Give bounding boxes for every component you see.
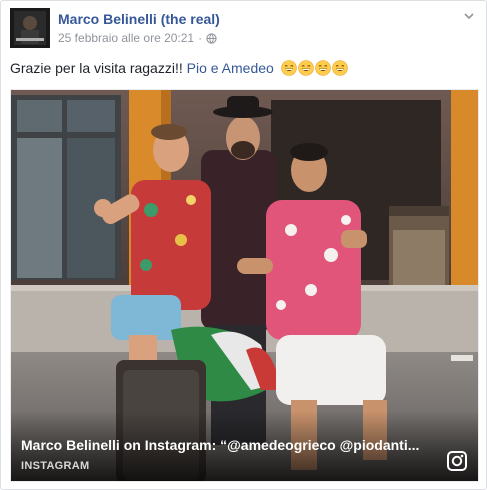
instagram-icon[interactable] — [446, 450, 468, 472]
attachment-source: INSTAGRAM — [21, 460, 90, 472]
chevron-down-icon[interactable] — [462, 9, 476, 23]
post-message-text: Grazie per la visita ragazzi!! — [10, 60, 187, 76]
author-avatar[interactable] — [10, 8, 50, 48]
grinning-emoji — [280, 60, 297, 76]
grinning-emoji — [314, 60, 331, 76]
attachment-title[interactable]: Marco Belinelli on Instagram: “@amedeogr… — [21, 437, 441, 453]
grinning-emoji — [331, 60, 348, 76]
post-message: Grazie per la visita ragazzi!! Pio e Ame… — [10, 59, 348, 77]
mention-link[interactable]: Pio e Amedeo — [187, 60, 274, 76]
shared-instagram-photo[interactable]: Marco Belinelli on Instagram: “@amedeogr… — [10, 89, 479, 482]
post-meta: 25 febbraio alle ore 20:21 · — [58, 31, 217, 45]
attachment-caption[interactable]: Marco Belinelli on Instagram: “@amedeogr… — [11, 411, 478, 481]
facebook-post: Marco Belinelli (the real) 25 febbraio a… — [0, 0, 487, 490]
globe-icon[interactable] — [206, 32, 217, 44]
meta-separator: · — [198, 31, 203, 45]
author-name[interactable]: Marco Belinelli (the real) — [58, 11, 220, 27]
emoji-group — [280, 60, 348, 76]
grinning-emoji — [297, 60, 314, 76]
post-timestamp[interactable]: 25 febbraio alle ore 20:21 — [58, 31, 194, 45]
